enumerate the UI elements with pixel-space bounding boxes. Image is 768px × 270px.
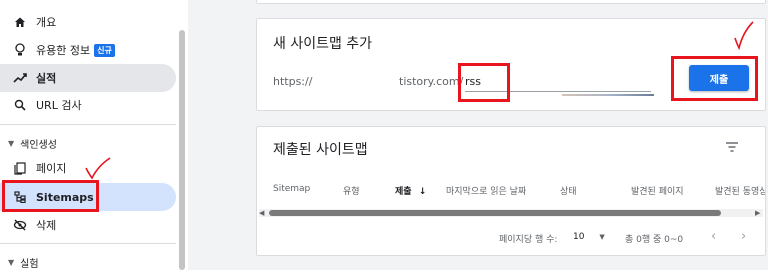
- sidebar-item-removals[interactable]: 삭제: [0, 211, 176, 239]
- sidebar-item-url-inspection[interactable]: URL 검사: [0, 91, 176, 119]
- column-sitemap[interactable]: Sitemap: [273, 184, 310, 194]
- annotation-highlight-sitemaps: [2, 180, 99, 212]
- sidebar-divider: [0, 243, 176, 244]
- column-submitted[interactable]: 제출 ↓: [395, 184, 426, 197]
- rows-per-page-label: 페이지당 행 수:: [499, 235, 558, 245]
- rows-per-page-select[interactable]: 10 ▼: [573, 232, 605, 242]
- redacted-domain: [562, 94, 654, 96]
- sidebar-item-label: URL 검사: [36, 99, 82, 112]
- submitted-sitemaps-title: 제출된 사이트맵: [273, 142, 368, 158]
- sidebar-item-label: 삭제: [36, 219, 57, 232]
- new-badge: 신규: [94, 43, 115, 57]
- section-label: 실험: [20, 259, 39, 270]
- sidebar-item-overview[interactable]: 개요: [0, 8, 176, 36]
- column-last-read[interactable]: 마지막으로 읽은 날짜: [446, 184, 526, 197]
- sidebar-item-label: 실적: [36, 72, 57, 85]
- sidebar-item-label: 개요: [36, 16, 57, 29]
- next-page-icon[interactable]: ›: [741, 229, 746, 244]
- annotation-highlight-submit: [671, 56, 758, 101]
- previous-card: [256, 0, 766, 4]
- pages-icon: [12, 160, 28, 176]
- eye-off-icon: [12, 217, 28, 233]
- section-indexing[interactable]: ▼ 색인생성: [8, 136, 57, 151]
- sidebar-divider: [0, 124, 176, 125]
- arrow-down-icon: ↓: [418, 187, 427, 197]
- annotation-checkmark: [85, 157, 111, 180]
- submitted-sitemaps-card: 제출된 사이트맵 Sitemap 유형 제출 ↓ 마지막으로 읽은 날짜 상태 …: [256, 126, 766, 256]
- home-icon: [12, 14, 28, 30]
- dropdown-icon: ▼: [599, 233, 605, 241]
- sidebar-item-performance[interactable]: 실적: [0, 64, 176, 92]
- url-domain: tistory.com/: [399, 75, 464, 88]
- caret-down-icon: ▼: [8, 139, 15, 148]
- rows-per-page-value: 10: [573, 232, 585, 242]
- column-discovered-videos[interactable]: 발견된 동영상: [715, 184, 765, 197]
- section-label: 색인생성: [20, 140, 57, 151]
- sidebar-item-label: 페이지: [36, 162, 67, 175]
- sidebar-scrollbar[interactable]: [179, 30, 185, 270]
- search-icon: [12, 97, 28, 113]
- trending-icon: [12, 70, 28, 86]
- column-discovered-pages[interactable]: 발견된 페이지: [631, 184, 684, 197]
- sidebar: 개요 유용한 정보 신규 실적 URL 검사 ▼ 색인생성 페이지 Sitema…: [0, 0, 186, 270]
- lightbulb-icon: [12, 42, 28, 58]
- scrollbar-thumb[interactable]: [269, 210, 721, 216]
- sidebar-item-insights[interactable]: 유용한 정보 신규: [0, 36, 176, 64]
- column-status[interactable]: 상태: [560, 184, 577, 197]
- column-type[interactable]: 유형: [343, 184, 360, 197]
- filter-icon[interactable]: [725, 141, 739, 153]
- scroll-left-icon[interactable]: ◀: [259, 209, 264, 217]
- annotation-highlight-input: [458, 63, 510, 102]
- annotation-checkmark: [734, 21, 754, 50]
- sidebar-item-label: 유용한 정보: [36, 44, 91, 57]
- previous-page-icon[interactable]: ‹: [711, 229, 716, 244]
- pagination-range: 총 0행 중 0~0: [625, 235, 684, 245]
- add-sitemap-title: 새 사이트맵 추가: [273, 36, 373, 52]
- url-prefix: https://: [273, 75, 313, 88]
- section-experience[interactable]: ▼ 실험: [8, 255, 39, 270]
- caret-down-icon: ▼: [8, 258, 15, 267]
- scroll-right-icon[interactable]: ▶: [755, 209, 760, 217]
- column-label: 제출: [395, 187, 412, 197]
